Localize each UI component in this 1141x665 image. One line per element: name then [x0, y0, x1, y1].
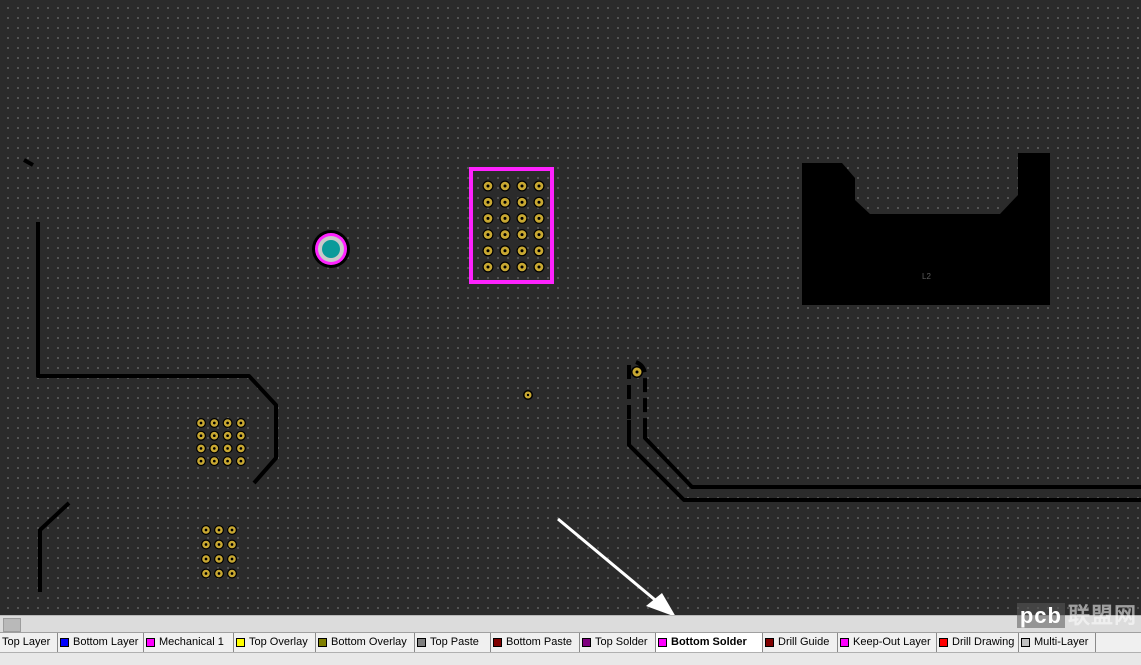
layer-tab-label: Bottom Layer: [73, 636, 139, 648]
layer-tab-drill-drawing[interactable]: Drill Drawing: [937, 633, 1019, 652]
pad-array-left: [196, 418, 246, 467]
layer-tab-bottom-solder[interactable]: Bottom Solder: [656, 633, 763, 652]
layer-tab-label: Mechanical 1: [159, 636, 224, 648]
track-end-via: [631, 366, 643, 378]
designator-label: L2: [922, 272, 931, 281]
layer-tab-label: Bottom Paste: [506, 636, 573, 648]
layer-color-swatch: [658, 638, 667, 647]
annotation-arrow: [557, 517, 675, 615]
layer-tab-top-overlay[interactable]: Top Overlay: [234, 633, 316, 652]
layer-tab-label: Bottom Overlay: [331, 636, 407, 648]
layer-color-swatch: [939, 638, 948, 647]
layer-color-swatch: [840, 638, 849, 647]
mounting-via[interactable]: [312, 230, 350, 268]
layer-tab-top-layer[interactable]: Top Layer: [0, 633, 58, 652]
layer-tab-drill-guide[interactable]: Drill Guide: [763, 633, 838, 652]
horizontal-scrollbar[interactable]: [0, 615, 1141, 632]
layer-tab-top-paste[interactable]: Top Paste: [415, 633, 491, 652]
pcb-canvas[interactable]: L2: [0, 0, 1141, 615]
layer-tab-label: Top Paste: [430, 636, 479, 648]
scrollbar-thumb[interactable]: [3, 618, 21, 632]
layer-tab-bottom-paste[interactable]: Bottom Paste: [491, 633, 580, 652]
layer-color-swatch: [1021, 638, 1030, 647]
layer-color-swatch: [765, 638, 774, 647]
track-right-inner: [643, 420, 1141, 489]
layer-color-swatch: [417, 638, 426, 647]
layer-color-swatch: [582, 638, 591, 647]
single-via: [523, 390, 533, 400]
bga-pad-array: [482, 180, 545, 273]
layer-color-swatch: [318, 638, 327, 647]
layer-tab-bottom-overlay[interactable]: Bottom Overlay: [316, 633, 415, 652]
layer-tab-label: Multi-Layer: [1034, 636, 1089, 648]
watermark-logo: pcb 联盟网: [1016, 598, 1137, 630]
layer-color-swatch: [236, 638, 245, 647]
layer-tab-multi-layer[interactable]: Multi-Layer: [1019, 633, 1096, 652]
layer-tab-bottom-layer[interactable]: Bottom Layer: [58, 633, 144, 652]
layer-tab-label: Top Overlay: [249, 636, 308, 648]
pad-array-bottom: [201, 525, 237, 579]
layer-color-swatch: [493, 638, 502, 647]
layer-tab-label: Keep-Out Layer: [853, 636, 931, 648]
layer-tab-label: Top Solder: [595, 636, 648, 648]
layer-tab-mechanical-1[interactable]: Mechanical 1: [144, 633, 234, 652]
copper-pour-region: [802, 153, 1050, 305]
layer-tab-label: Bottom Solder: [671, 636, 747, 648]
layer-tab-top-solder[interactable]: Top Solder: [580, 633, 656, 652]
layer-color-swatch: [60, 638, 69, 647]
track-left-lower: [38, 501, 71, 592]
track-stub-c: [23, 158, 34, 167]
layer-tab-label: Drill Drawing: [952, 636, 1015, 648]
pcb-layout: L2: [23, 153, 1141, 615]
layer-tab-label: Top Layer: [2, 636, 51, 648]
layer-tab-bar: Top Layer Bottom Layer Mechanical 1 Top Ove…: [0, 632, 1141, 653]
layer-tab-label: Drill Guide: [778, 636, 830, 648]
layer-tab-keep-out-layer[interactable]: Keep-Out Layer: [838, 633, 937, 652]
layer-color-swatch: [146, 638, 155, 647]
status-bar: [0, 652, 1141, 665]
